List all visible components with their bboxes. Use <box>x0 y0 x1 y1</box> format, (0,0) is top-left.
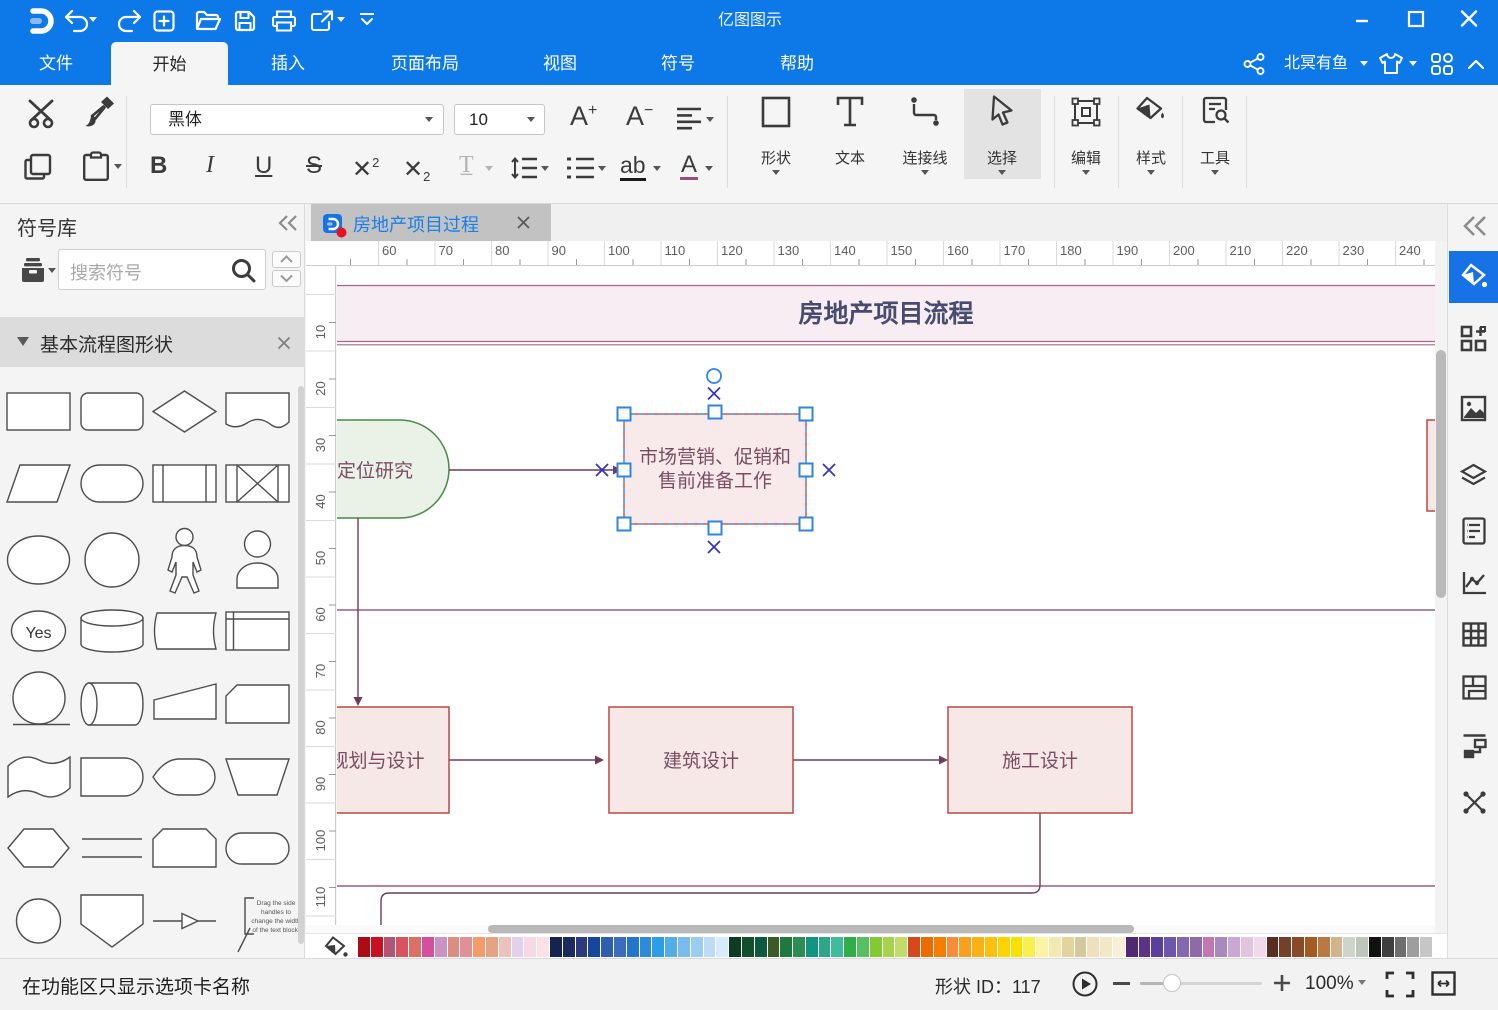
svg-text:施工设计: 施工设计 <box>1002 750 1078 772</box>
svg-text:10: 10 <box>313 325 328 339</box>
svg-text:市场营销、促销和: 市场营销、促销和 <box>639 446 791 468</box>
svg-text:80: 80 <box>495 243 509 258</box>
svg-text:80: 80 <box>313 720 328 734</box>
svg-text:规划与设计: 规划与设计 <box>337 750 425 772</box>
svg-text:40: 40 <box>313 494 328 508</box>
svg-text:150: 150 <box>891 243 913 258</box>
svg-text:110: 110 <box>313 887 328 908</box>
svg-text:240: 240 <box>1399 243 1421 258</box>
svg-text:90: 90 <box>552 243 566 258</box>
svg-text:220: 220 <box>1286 243 1308 258</box>
svg-text:Drag the side: Drag the side <box>257 900 296 907</box>
svg-text:handles to: handles to <box>261 909 291 916</box>
svg-text:60: 60 <box>382 243 396 258</box>
svg-text:130: 130 <box>778 243 800 258</box>
svg-text:110: 110 <box>665 243 686 258</box>
svg-text:70: 70 <box>313 664 328 678</box>
svg-text:房地产项目流程: 房地产项目流程 <box>798 299 973 328</box>
svg-text:70: 70 <box>439 243 453 258</box>
svg-text:210: 210 <box>1230 243 1252 258</box>
svg-text:90: 90 <box>313 777 328 791</box>
svg-text:售前准备工作: 售前准备工作 <box>658 470 772 492</box>
svg-text:140: 140 <box>834 243 856 258</box>
svg-text:Yes: Yes <box>25 625 51 642</box>
svg-text:60: 60 <box>313 607 328 621</box>
svg-text:50: 50 <box>313 551 328 565</box>
svg-text:change the width: change the width <box>251 918 301 925</box>
svg-text:100: 100 <box>608 243 630 258</box>
svg-text:230: 230 <box>1343 243 1365 258</box>
svg-text:160: 160 <box>947 243 969 258</box>
svg-text:20: 20 <box>313 381 328 395</box>
svg-text:定位研究: 定位研究 <box>337 460 413 482</box>
svg-text:120: 120 <box>721 243 743 258</box>
svg-text:190: 190 <box>1117 243 1139 258</box>
svg-text:180: 180 <box>1060 243 1082 258</box>
svg-text:of the text block.: of the text block. <box>252 927 300 934</box>
svg-text:建筑设计: 建筑设计 <box>663 750 739 772</box>
svg-text:30: 30 <box>313 438 328 452</box>
svg-text:170: 170 <box>1004 243 1026 258</box>
svg-text:100: 100 <box>313 830 328 852</box>
svg-text:200: 200 <box>1173 243 1195 258</box>
